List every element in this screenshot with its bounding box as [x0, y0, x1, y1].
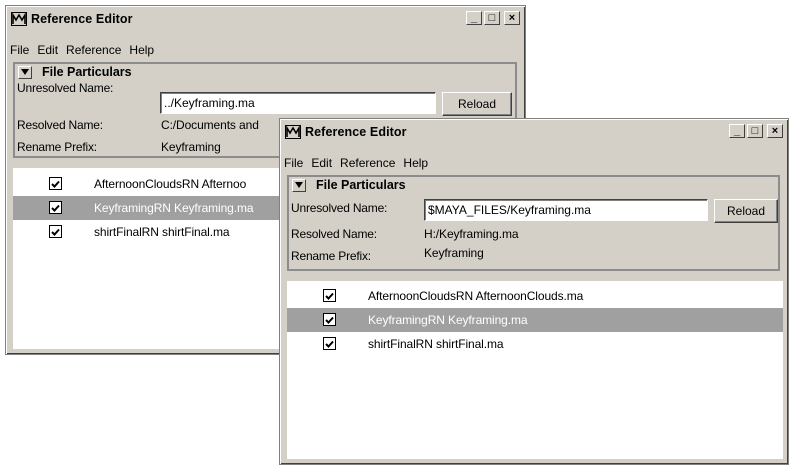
menu-help[interactable]: Help [129, 43, 154, 59]
checkmark-icon [51, 180, 60, 188]
reference-name: AfternoonCloudsRN AfternoonClouds.ma [368, 289, 584, 303]
unresolved-name-label: Unresolved Name: [17, 81, 114, 95]
maya-logo-icon [285, 124, 301, 140]
file-particulars-group: File Particulars Unresolved Name: Reload… [287, 175, 780, 271]
checkmark-icon [325, 340, 334, 348]
reference-checkbox[interactable] [49, 225, 62, 238]
unresolved-name-input[interactable] [160, 92, 436, 114]
window-controls: _ □ × [466, 11, 520, 25]
reference-checkbox[interactable] [49, 177, 62, 190]
group-title: File Particulars [316, 178, 406, 192]
menu-edit[interactable]: Edit [311, 156, 332, 172]
reference-checkbox[interactable] [323, 313, 336, 326]
resolved-name-label: Resolved Name: [291, 227, 377, 241]
title-bar[interactable]: Reference Editor _ □ × [283, 122, 785, 142]
reference-checkbox[interactable] [49, 201, 62, 214]
rename-prefix-label: Rename Prefix: [291, 249, 371, 263]
file-particulars-header[interactable]: File Particulars [292, 178, 406, 192]
reference-name: AfternoonCloudsRN Afternoo [94, 177, 247, 191]
rename-prefix-value: Keyframing [161, 140, 221, 154]
maximize-button[interactable]: □ [484, 11, 500, 25]
rename-prefix-label: Rename Prefix: [17, 140, 97, 154]
menu-edit[interactable]: Edit [37, 43, 58, 59]
resolved-name-value: H:/Keyframing.ma [424, 227, 519, 241]
close-button[interactable]: × [504, 11, 520, 25]
checkmark-icon [325, 316, 334, 324]
reload-button[interactable]: Reload [442, 92, 512, 116]
reference-checkbox[interactable] [323, 289, 336, 302]
rename-prefix-value: Keyframing [424, 246, 484, 260]
checkmark-icon [325, 292, 334, 300]
menu-file[interactable]: File [284, 156, 303, 172]
reference-editor-window-front[interactable]: Reference Editor _ □ × File Edit Referen… [279, 118, 789, 465]
minimize-button[interactable]: _ [729, 124, 745, 138]
unresolved-name-label: Unresolved Name: [291, 201, 388, 215]
reference-row[interactable]: KeyframingRN Keyframing.ma [287, 308, 783, 332]
minimize-button[interactable]: _ [466, 11, 482, 25]
menu-reference[interactable]: Reference [66, 43, 121, 59]
reload-button[interactable]: Reload [714, 199, 778, 223]
reference-name: shirtFinalRN shirtFinal.ma [368, 337, 504, 351]
reference-checkbox[interactable] [323, 337, 336, 350]
window-title: Reference Editor [305, 125, 407, 139]
menu-file[interactable]: File [10, 43, 29, 59]
window-controls: _ □ × [729, 124, 783, 138]
menu-help[interactable]: Help [403, 156, 428, 172]
unresolved-name-input[interactable] [424, 199, 708, 221]
title-bar[interactable]: Reference Editor _ □ × [9, 9, 522, 29]
reference-row[interactable]: AfternoonCloudsRN AfternoonClouds.ma [287, 284, 783, 308]
group-title: File Particulars [42, 65, 132, 79]
menu-bar: File Edit Reference Help [284, 156, 428, 172]
menu-bar: File Edit Reference Help [10, 43, 154, 59]
reference-name: shirtFinalRN shirtFinal.ma [94, 225, 230, 239]
file-particulars-header[interactable]: File Particulars [18, 65, 132, 79]
checkmark-icon [51, 228, 60, 236]
menu-reference[interactable]: Reference [340, 156, 395, 172]
maximize-button[interactable]: □ [747, 124, 763, 138]
resolved-name-value: C:/Documents and [161, 118, 259, 132]
reference-name: KeyframingRN Keyframing.ma [94, 201, 254, 215]
reference-name: KeyframingRN Keyframing.ma [368, 313, 528, 327]
reference-row[interactable]: shirtFinalRN shirtFinal.ma [287, 332, 783, 356]
checkmark-icon [51, 204, 60, 212]
resolved-name-label: Resolved Name: [17, 118, 103, 132]
window-title: Reference Editor [31, 12, 133, 26]
triangle-down-icon[interactable] [292, 178, 306, 192]
triangle-down-icon[interactable] [18, 65, 32, 79]
close-button[interactable]: × [767, 124, 783, 138]
reference-list: AfternoonCloudsRN AfternoonClouds.ma Key… [287, 281, 783, 459]
maya-logo-icon [11, 11, 27, 27]
